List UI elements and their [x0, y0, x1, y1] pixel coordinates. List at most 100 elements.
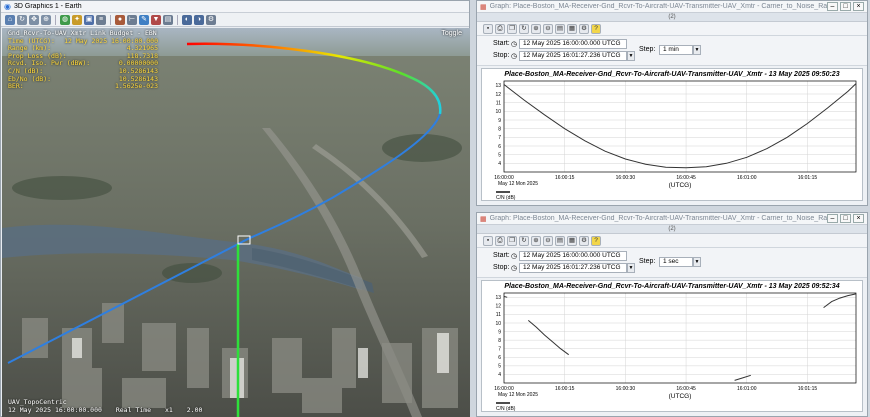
y-tick-label: 5 — [498, 364, 501, 370]
snapshot-icon[interactable]: ▤ — [163, 14, 173, 25]
y-tick-label: 12 — [495, 304, 501, 310]
desktop: ◉ 3D Graphics 1 - Earth ⌂ ↻ ✥ ⊕ ◍ ✦ ▣ ≡ … — [0, 0, 870, 417]
scene-mode: Real Time — [115, 405, 152, 414]
chart-svg-top[interactable]: 4567891011121316:00:00 16:00:15 16:00:30 16… — [482, 69, 864, 202]
pin-icon[interactable]: ▼ — [151, 14, 161, 25]
series-line-cn — [527, 320, 569, 356]
layers-icon[interactable]: ≡ — [96, 14, 106, 25]
unzoom-icon[interactable]: ⊖ — [543, 235, 553, 246]
3d-scene-viewport[interactable]: Gnd_Rcvr-To-UAV_Xmtr Link Budget - EBN T… — [2, 28, 470, 417]
view-toggle-label[interactable]: Toggle — [441, 30, 462, 37]
maximize-button[interactable]: □ — [840, 2, 851, 11]
3d-window-title: 3D Graphics 1 - Earth — [13, 3, 82, 10]
y-tick-label: 8 — [498, 126, 501, 132]
y-tick-label: 7 — [498, 135, 501, 141]
table-icon[interactable]: ▤ — [555, 23, 565, 34]
grid-icon[interactable]: ▦ — [567, 235, 577, 246]
options-icon[interactable]: ⚙ — [579, 235, 589, 246]
refresh-icon[interactable]: ↻ — [519, 23, 529, 34]
grid-icon[interactable]: ▦ — [567, 23, 577, 34]
y-tick-label: 4 — [498, 372, 501, 378]
zoom-icon[interactable]: ⊕ — [531, 235, 541, 246]
clock-icon: ◷ — [511, 41, 518, 48]
save-icon[interactable]: ▪ — [483, 235, 493, 246]
camera-icon[interactable]: ▣ — [84, 14, 94, 25]
chart-svg-bottom[interactable]: 4567891011121316:00:00 16:00:15 16:00:30 16… — [482, 281, 864, 413]
settings-icon[interactable]: ⚙ — [206, 14, 216, 25]
copy-icon[interactable]: ❐ — [507, 235, 517, 246]
print-icon[interactable]: ⎙ — [495, 235, 505, 246]
y-tick-label: 6 — [498, 144, 501, 150]
save-icon[interactable]: ▪ — [483, 23, 493, 34]
toolbar-separator — [55, 14, 56, 25]
zoom-icon[interactable]: ⊕ — [531, 23, 541, 34]
help-icon[interactable]: ? — [591, 235, 601, 246]
graph-icon: ▦ — [480, 3, 487, 11]
link-budget-overlay: Gnd_Rcvr-To-UAV_Xmtr Link Budget - EBN T… — [8, 29, 158, 91]
x-axis-label: (UTCG) — [669, 393, 692, 400]
close-button[interactable]: × — [853, 214, 864, 223]
x-tick-label: 16:00:30 — [616, 386, 636, 392]
3d-toolbar: ⌂ ↻ ✥ ⊕ ◍ ✦ ▣ ≡ ● ⊢ ✎ ▼ ▤ ◐ ◑ ⚙ — [1, 13, 469, 27]
y-tick-label: 8 — [498, 338, 501, 344]
scene-status-line: 12 May 2025 16:00:00.000 Real Time x1 2.… — [8, 405, 212, 415]
options-icon[interactable]: ⚙ — [579, 23, 589, 34]
pan-icon[interactable]: ✥ — [29, 14, 39, 25]
refresh-icon[interactable]: ↻ — [519, 235, 529, 246]
plot-frame — [503, 292, 857, 384]
measure-icon[interactable]: ⊢ — [127, 14, 137, 25]
clock-icon: ◷ — [511, 253, 518, 260]
step-label: Step: — [639, 258, 656, 265]
chart-panel-bottom: Place-Boston_MA-Receiver-Gnd_Rcvr-To-Air… — [481, 280, 863, 412]
x-axis-label: (UTCG) — [669, 182, 692, 189]
graph-top-titlebar[interactable]: ▦ Graph: Place-Boston_MA-Receiver-Gnd_Rc… — [477, 1, 867, 13]
y-tick-label: 7 — [498, 347, 501, 353]
step-field[interactable]: 1 min — [659, 45, 693, 55]
x-tick-label: 16:00:30 — [616, 175, 636, 181]
copy-icon[interactable]: ❐ — [507, 23, 517, 34]
earth-icon[interactable]: ◐ — [182, 14, 192, 25]
stop-time-field[interactable]: 12 May 2025 16:01:27.236 UTCG — [519, 51, 627, 61]
chevron-down-icon[interactable]: ▼ — [693, 45, 701, 55]
3d-graphics-window: ◉ 3D Graphics 1 - Earth ⌂ ↻ ✥ ⊕ ◍ ✦ ▣ ≡ … — [0, 0, 470, 417]
start-time-field[interactable]: 12 May 2025 16:00:00.000 UTCG — [519, 39, 627, 49]
rotate-icon[interactable]: ↻ — [17, 14, 27, 25]
record-icon[interactable]: ● — [115, 14, 125, 25]
edit-icon[interactable]: ✎ — [139, 14, 149, 25]
graph-top-subtitle: (2) — [477, 13, 867, 22]
unzoom-icon[interactable]: ⊖ — [543, 23, 553, 34]
y-tick-label: 5 — [498, 152, 501, 158]
x-tick-label: 16:01:00 — [737, 386, 757, 392]
y-tick-label: 13 — [495, 83, 501, 89]
maximize-button[interactable]: □ — [840, 214, 851, 223]
toolbar-separator — [177, 14, 178, 25]
chevron-down-icon[interactable]: ▼ — [627, 51, 635, 61]
print-icon[interactable]: ⎙ — [495, 23, 505, 34]
scene-multiplier: x1 — [165, 405, 173, 414]
3d-window-titlebar[interactable]: ◉ 3D Graphics 1 - Earth — [1, 1, 469, 13]
series-line-cn — [734, 374, 751, 381]
scene-status-overlay: UAV_TopoCentric 12 May 2025 16:00:00.000… — [8, 398, 212, 415]
minimize-button[interactable]: – — [827, 214, 838, 223]
moon-icon[interactable]: ◑ — [194, 14, 204, 25]
start-label: Start: — [493, 252, 510, 259]
y-tick-label: 6 — [498, 355, 501, 361]
graph-bottom-toolbar: ▪ ⎙ ❐ ↻ ⊕ ⊖ ▤ ▦ ⚙ ? — [477, 234, 867, 248]
y-tick-label: 9 — [498, 329, 501, 335]
start-time-field[interactable]: 12 May 2025 16:00:00.000 UTCG — [519, 251, 627, 261]
home-view-icon[interactable]: ⌂ — [5, 14, 15, 25]
minimize-button[interactable]: – — [827, 2, 838, 11]
globe-view-icon[interactable]: ◍ — [60, 14, 70, 25]
zoom-icon[interactable]: ⊕ — [41, 14, 51, 25]
legend-label: C/N (dB) — [496, 406, 516, 412]
chevron-down-icon[interactable]: ▼ — [693, 257, 701, 267]
stop-time-field[interactable]: 12 May 2025 16:01:27.236 UTCG — [519, 263, 627, 273]
close-button[interactable]: × — [853, 2, 864, 11]
help-icon[interactable]: ? — [591, 23, 601, 34]
table-icon[interactable]: ▤ — [555, 235, 565, 246]
y-tick-label: 10 — [495, 321, 501, 327]
step-field[interactable]: 1 sec — [659, 257, 693, 267]
chevron-down-icon[interactable]: ▼ — [627, 263, 635, 273]
graph-bottom-titlebar[interactable]: ▦ Graph: Place-Boston_MA-Receiver-Gnd_Rc… — [477, 213, 867, 225]
star-icon[interactable]: ✦ — [72, 14, 82, 25]
